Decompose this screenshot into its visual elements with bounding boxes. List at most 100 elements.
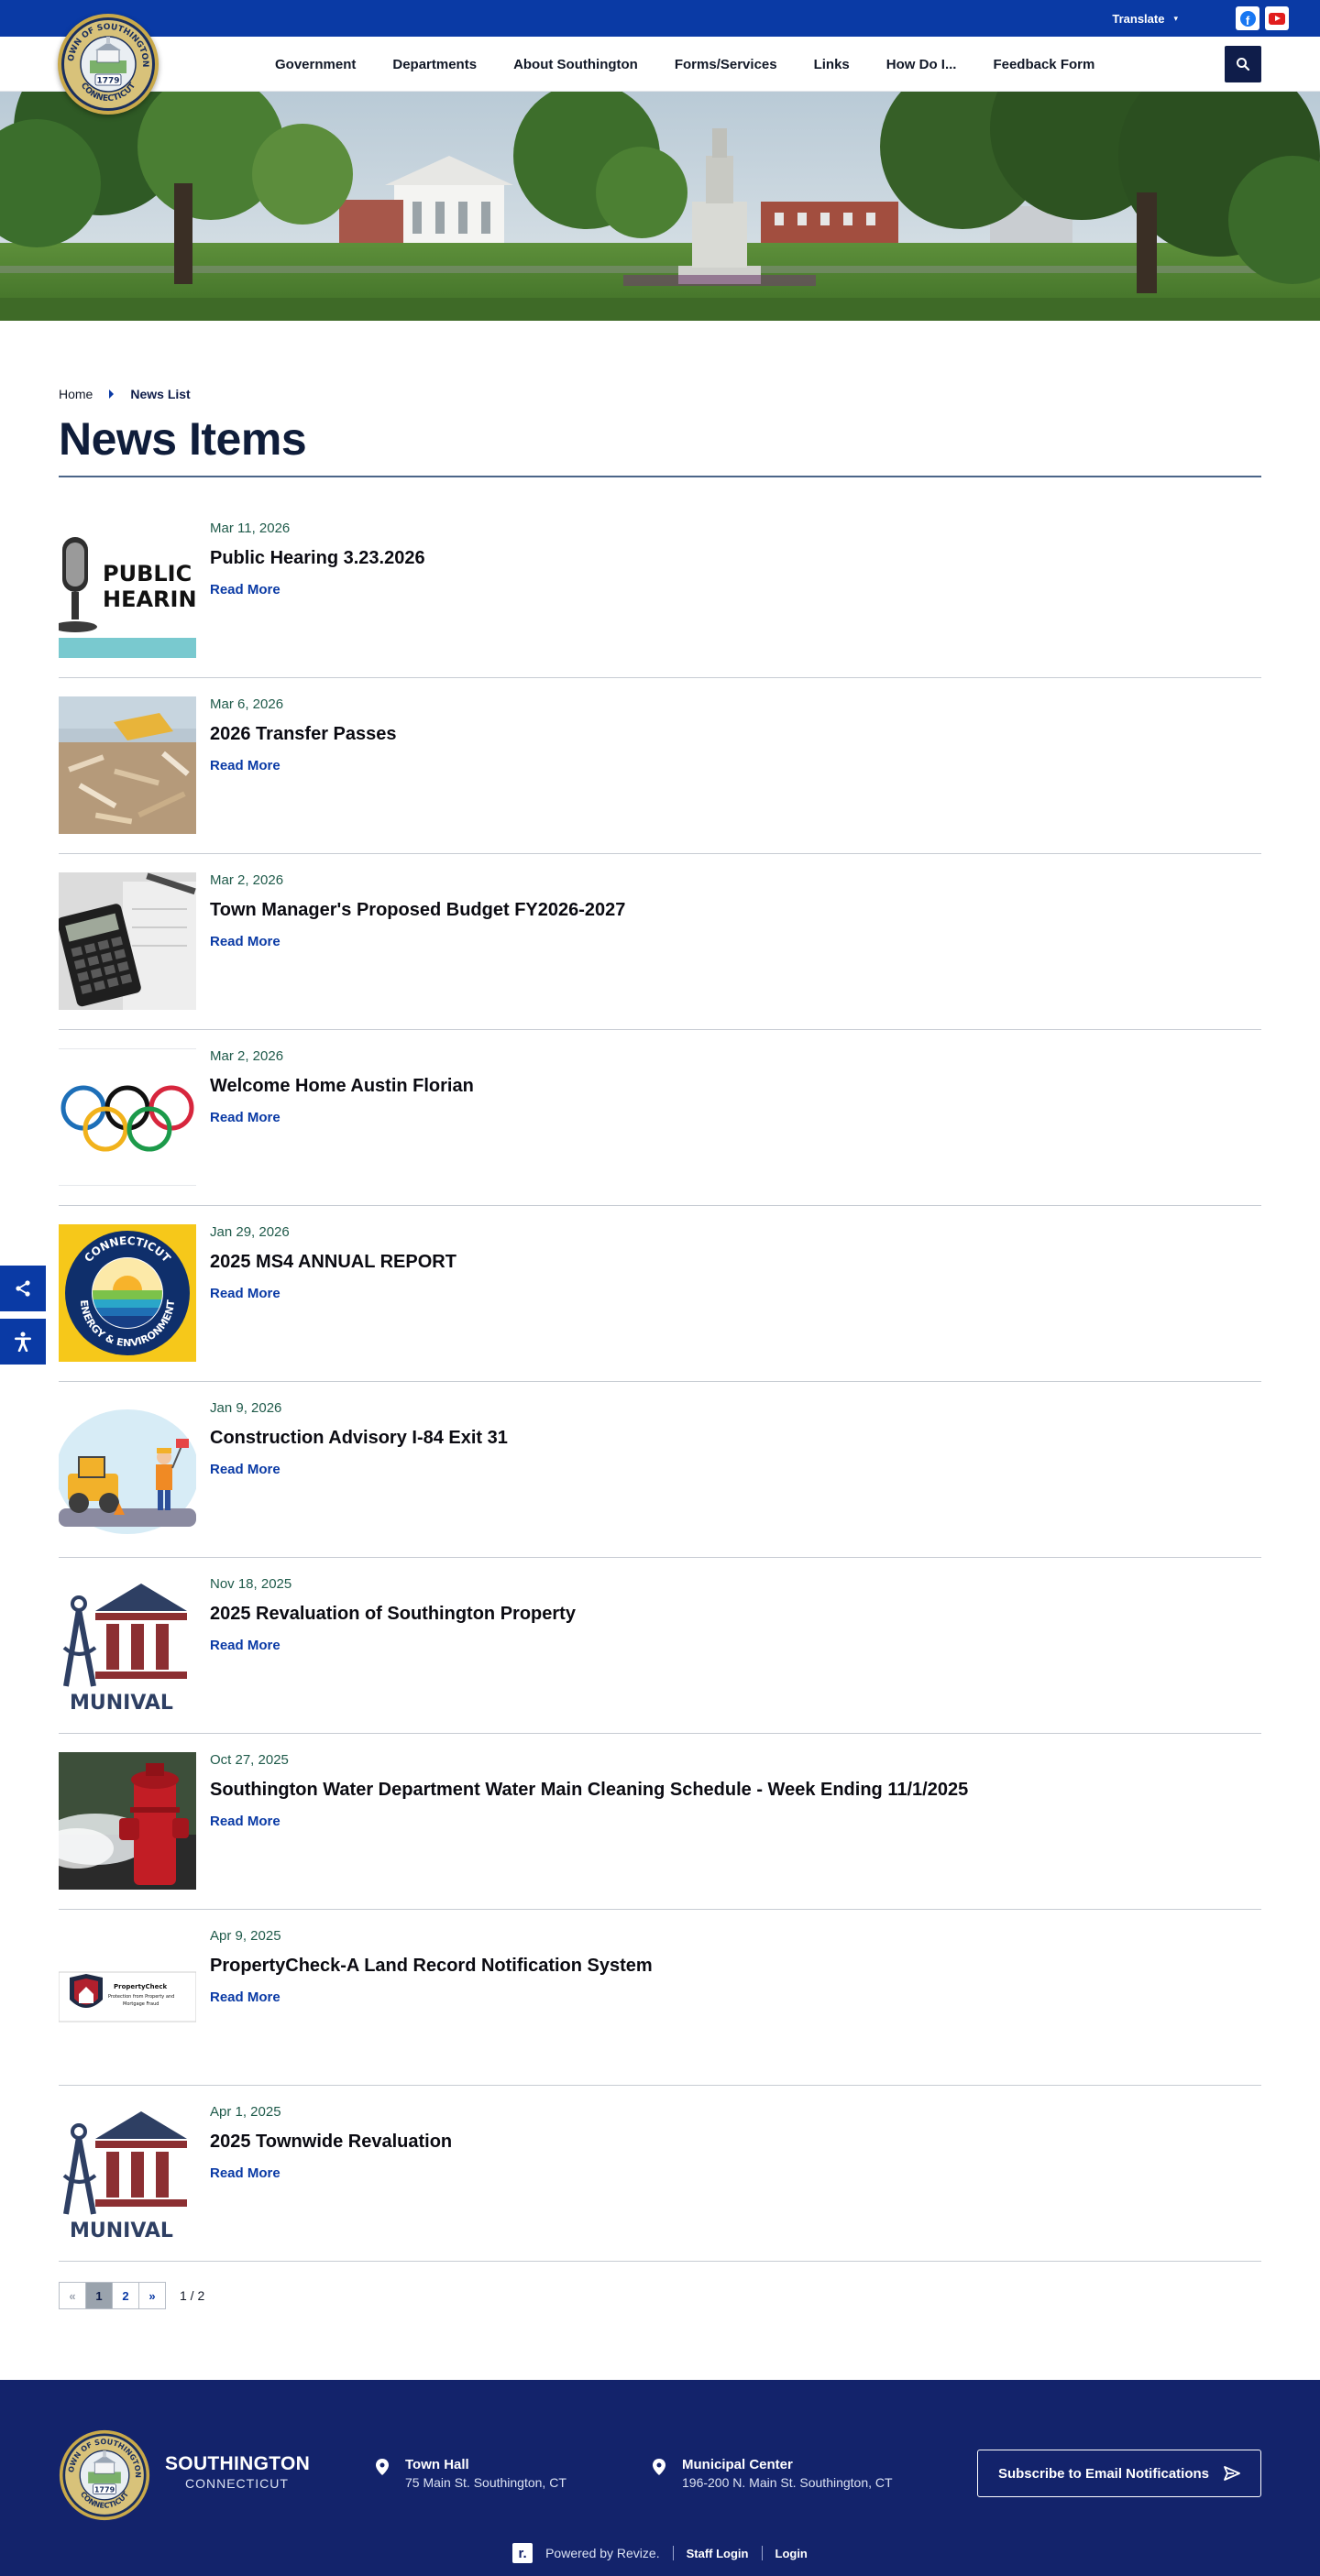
news-item: Mar 2, 2026 Welcome Home Austin Florian … [59, 1030, 1261, 1206]
olympic-rings-icon [59, 1048, 196, 1186]
news-date: Apr 9, 2025 [210, 1928, 281, 1944]
chevron-down-icon: ▾ [1173, 13, 1178, 23]
pagination: « 1 2 » 1 / 2 [59, 2282, 204, 2309]
news-thumbnail[interactable] [59, 696, 196, 834]
pagination-prev-button[interactable]: « [59, 2282, 86, 2309]
news-title[interactable]: PropertyCheck-A Land Record Notification… [210, 1956, 653, 1977]
title-divider [59, 476, 1261, 477]
ct-energy-environment-logo: CONNECTICUT ENERGY & ENVIRONMENT [59, 1224, 196, 1362]
news-date: Mar 2, 2026 [210, 1048, 284, 1064]
news-title[interactable]: 2025 Townwide Revaluation [210, 2132, 452, 2153]
accessibility-icon [15, 1332, 31, 1352]
read-more-link[interactable]: Read More [210, 934, 280, 949]
divider [672, 2546, 674, 2560]
news-date: Nov 18, 2025 [210, 1576, 292, 1592]
search-icon [1237, 58, 1250, 71]
news-thumbnail[interactable] [59, 1752, 196, 1890]
nav-item-forms-services[interactable]: Forms/Services [656, 57, 796, 72]
construction-illustration [59, 1400, 196, 1538]
read-more-link[interactable]: Read More [210, 582, 280, 597]
news-title[interactable]: Southington Water Department Water Main … [210, 1780, 968, 1801]
login-link[interactable]: Login [776, 2547, 808, 2560]
news-thumbnail[interactable]: PUBLIC HEARING [59, 521, 196, 658]
facebook-link[interactable]: f [1236, 6, 1260, 30]
news-title[interactable]: Welcome Home Austin Florian [210, 1076, 474, 1097]
seal-year: 1779 [96, 77, 119, 86]
news-title[interactable]: Town Manager's Proposed Budget FY2026-20… [210, 900, 625, 921]
news-thumbnail[interactable] [59, 872, 196, 1010]
news-thumbnail[interactable]: PropertyCheck Protection from Property a… [59, 1928, 196, 2066]
news-title[interactable]: 2026 Transfer Passes [210, 724, 397, 745]
read-more-link[interactable]: Read More [210, 2165, 280, 2181]
read-more-link[interactable]: Read More [210, 1110, 280, 1125]
munival-logo: MUNIVAL [59, 1576, 196, 1714]
read-more-link[interactable]: Read More [210, 1462, 280, 1477]
pagination-page-1[interactable]: 1 [85, 2282, 113, 2309]
nav-item-feedback-form[interactable]: Feedback Form [974, 57, 1113, 72]
news-thumbnail[interactable] [59, 1400, 196, 1538]
news-title[interactable]: 2025 MS4 ANNUAL REPORT [210, 1252, 456, 1273]
news-date: Mar 11, 2026 [210, 521, 291, 536]
news-list: PUBLIC HEARING Mar 11, 2026 Public Heari… [59, 502, 1261, 2262]
town-seal-logo[interactable]: TOWN OF SOUTHINGTON CONNECTICUT 1779 [59, 2429, 150, 2521]
news-item: MUNIVAL Nov 18, 2025 2025 Revaluation of… [59, 1558, 1261, 1734]
nav-item-government[interactable]: Government [257, 57, 374, 72]
search-button[interactable] [1225, 46, 1261, 82]
thumb-text: PUBLIC [103, 561, 192, 586]
revize-logo-icon[interactable]: r. [512, 2543, 534, 2563]
town-seal-logo[interactable]: TOWN OF SOUTHINGTON CONNECTICUT 1779 [57, 13, 160, 115]
news-thumbnail[interactable] [59, 1048, 196, 1186]
read-more-link[interactable]: Read More [210, 1286, 280, 1301]
footer-bottom-bar: r. Powered by Revize. Staff Login Login [0, 2543, 1320, 2563]
read-more-link[interactable]: Read More [210, 1814, 280, 1829]
youtube-link[interactable] [1265, 6, 1289, 30]
nav-item-links[interactable]: Links [796, 57, 868, 72]
news-date: Mar 2, 2026 [210, 872, 284, 888]
map-pin-icon [376, 2459, 389, 2475]
news-thumbnail[interactable]: MUNIVAL [59, 2104, 196, 2242]
town-green-photo [0, 92, 1320, 321]
translate-dropdown[interactable]: Translate ▾ [1112, 0, 1178, 37]
news-title[interactable]: 2025 Revaluation of Southington Property [210, 1604, 576, 1625]
location-address: 196-200 N. Main St. Southington, CT [682, 2475, 893, 2490]
news-item: Oct 27, 2025 Southington Water Departmen… [59, 1734, 1261, 1910]
nav-item-how-do-i[interactable]: How Do I... [868, 57, 975, 72]
news-thumbnail[interactable]: CONNECTICUT ENERGY & ENVIRONMENT [59, 1224, 196, 1362]
news-item: CONNECTICUT ENERGY & ENVIRONMENT Jan 29,… [59, 1206, 1261, 1382]
read-more-link[interactable]: Read More [210, 758, 280, 773]
read-more-link[interactable]: Read More [210, 1990, 280, 2005]
pagination-count: 1 / 2 [180, 2288, 205, 2303]
news-item: Mar 2, 2026 Town Manager's Proposed Budg… [59, 854, 1261, 1030]
staff-login-link[interactable]: Staff Login [687, 2547, 749, 2560]
accessibility-button[interactable] [0, 1319, 46, 1365]
pagination-page-2[interactable]: 2 [112, 2282, 139, 2309]
news-date: Mar 6, 2026 [210, 696, 284, 712]
translate-label: Translate [1112, 11, 1165, 26]
nav-item-about[interactable]: About Southington [495, 57, 656, 72]
breadcrumb-home-link[interactable]: Home [59, 387, 93, 401]
pagination-next-button[interactable]: » [138, 2282, 166, 2309]
subscribe-email-button[interactable]: Subscribe to Email Notifications [977, 2450, 1261, 2497]
thumb-text: MUNIVAL [70, 2220, 173, 2242]
news-title[interactable]: Construction Advisory I-84 Exit 31 [210, 1428, 508, 1449]
subscribe-label: Subscribe to Email Notifications [997, 2465, 1210, 2482]
location-address: 75 Main St. Southington, CT [405, 2475, 566, 2490]
calculator-image [59, 872, 196, 1010]
thumb-text: HEARING [103, 586, 196, 612]
youtube-icon [1269, 12, 1285, 25]
read-more-link[interactable]: Read More [210, 1638, 280, 1653]
facebook-icon: f [1239, 10, 1256, 27]
news-thumbnail[interactable]: MUNIVAL [59, 1576, 196, 1714]
thumb-text: PropertyCheck [114, 1983, 168, 1990]
powered-by-text: Powered by Revize. [545, 2546, 660, 2560]
news-title[interactable]: Public Hearing 3.23.2026 [210, 548, 425, 569]
news-item: PropertyCheck Protection from Property a… [59, 1910, 1261, 2086]
share-button[interactable] [0, 1266, 46, 1311]
map-pin-icon [653, 2459, 666, 2475]
thumb-text: Protection from Property and [108, 1994, 174, 2000]
nav-item-departments[interactable]: Departments [374, 57, 495, 72]
munival-logo: MUNIVAL [59, 2104, 196, 2242]
seal-year: 1779 [94, 2485, 116, 2494]
news-item: Mar 6, 2026 2026 Transfer Passes Read Mo… [59, 678, 1261, 854]
main-nav: Government Departments About Southington… [257, 37, 1113, 92]
